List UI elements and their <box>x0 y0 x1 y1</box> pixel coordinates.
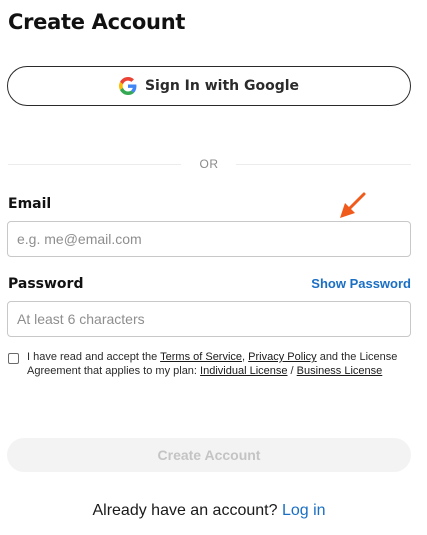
privacy-policy-link[interactable]: Privacy Policy <box>248 351 316 363</box>
google-g-icon <box>118 77 137 95</box>
google-sign-in-button[interactable]: Sign In with Google <box>7 66 411 106</box>
email-field[interactable] <box>7 221 411 257</box>
terms-text-part: I have read and accept the <box>27 351 161 363</box>
password-field[interactable] <box>7 301 411 337</box>
login-prompt: Already have an account? Log in <box>0 502 418 520</box>
terms-text: I have read and accept the Terms of Serv… <box>27 350 411 378</box>
terms-checkbox[interactable] <box>8 353 19 364</box>
arrow-pointer-icon <box>340 192 366 218</box>
show-password-link[interactable]: Show Password <box>311 276 411 291</box>
terms-of-service-link[interactable]: Terms of Service <box>160 351 242 363</box>
google-button-label: Sign In with Google <box>144 78 300 94</box>
create-account-button[interactable]: Create Account <box>7 438 411 472</box>
email-label: Email <box>8 196 52 212</box>
divider-line-right <box>236 164 411 165</box>
page-title: Create Account <box>8 10 186 34</box>
login-prompt-text: Already have an account? <box>92 502 282 519</box>
terms-text-part: / <box>287 365 297 377</box>
individual-license-link[interactable]: Individual License <box>200 365 287 377</box>
login-link[interactable]: Log in <box>282 502 326 519</box>
password-label: Password <box>8 276 84 292</box>
business-license-link[interactable]: Business License <box>297 365 383 377</box>
